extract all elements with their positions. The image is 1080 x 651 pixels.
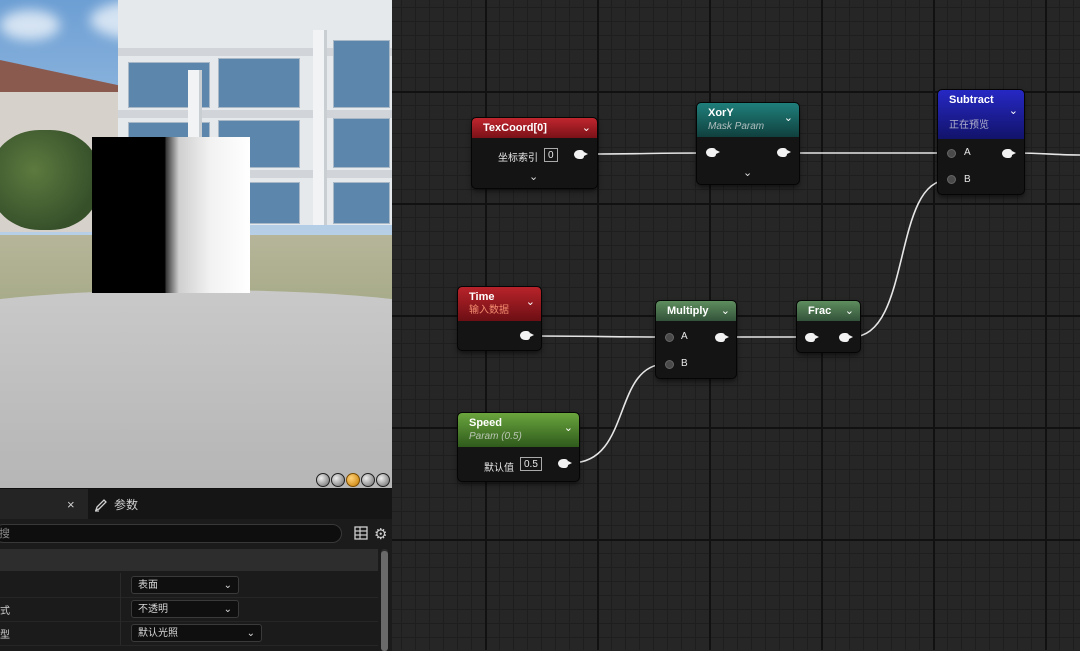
material-graph-canvas[interactable]: TexCoord[0] ⌄ 坐标索引 0 ⌄ XorY Mask Param ⌄… bbox=[392, 0, 1080, 650]
tree bbox=[0, 130, 100, 230]
node-title: Multiply bbox=[667, 305, 709, 317]
speed-node-header[interactable]: Speed Param (0.5) ⌄ bbox=[458, 413, 579, 447]
texcoord-node-header[interactable]: TexCoord[0] ⌄ bbox=[472, 118, 597, 138]
blend-mode-dropdown[interactable]: 不透明 ⌄ bbox=[131, 600, 239, 618]
close-icon[interactable]: × bbox=[67, 497, 75, 512]
xory-mask-node[interactable]: XorY Mask Param ⌄ ⌄ bbox=[697, 103, 799, 184]
search-placeholder: 搜 bbox=[0, 528, 10, 540]
property-row: 表面 ⌄ bbox=[0, 573, 378, 598]
details-scrollbar[interactable] bbox=[381, 549, 388, 651]
output-pin[interactable] bbox=[558, 459, 572, 468]
plane-preview-icon[interactable] bbox=[346, 473, 360, 487]
time-node[interactable]: Time 输入数据 ⌄ bbox=[458, 287, 541, 350]
frac-node-header[interactable]: Frac ⌄ bbox=[797, 301, 860, 321]
chevron-down-icon[interactable]: ⌄ bbox=[845, 304, 854, 317]
chevron-down-icon[interactable]: ⌄ bbox=[1009, 104, 1018, 117]
chevron-down-icon: ⌄ bbox=[223, 580, 232, 591]
wire-time-multiply bbox=[532, 335, 667, 338]
output-pin[interactable] bbox=[777, 148, 791, 157]
output-pin[interactable] bbox=[1002, 149, 1016, 158]
pencil-icon bbox=[94, 498, 107, 512]
material-preview-viewport[interactable] bbox=[0, 0, 392, 488]
shading-model-dropdown[interactable]: 默认光照 ⌄ bbox=[131, 624, 262, 642]
default-value-input[interactable]: 0.5 bbox=[520, 457, 542, 471]
output-pin[interactable] bbox=[574, 150, 588, 159]
chevron-down-icon[interactable]: ⌄ bbox=[721, 304, 730, 317]
texcoord-node[interactable]: TexCoord[0] ⌄ 坐标索引 0 ⌄ bbox=[472, 118, 597, 188]
output-pin[interactable] bbox=[715, 333, 729, 342]
output-pin[interactable] bbox=[520, 331, 534, 340]
input-pin-a[interactable] bbox=[947, 149, 956, 158]
pin-a-label: A bbox=[964, 147, 971, 158]
input-pin[interactable] bbox=[706, 148, 720, 157]
wire-speed-multiply bbox=[570, 363, 667, 464]
node-title: Speed bbox=[469, 417, 503, 429]
preview-status: 正在预览 bbox=[949, 120, 989, 131]
cloud bbox=[0, 10, 60, 40]
property-label: 式 bbox=[0, 606, 10, 617]
expand-chevron-icon[interactable]: ⌄ bbox=[743, 166, 752, 179]
node-title: XorY bbox=[708, 107, 734, 119]
tab-details[interactable]: × bbox=[0, 489, 88, 519]
node-title: Subtract bbox=[949, 94, 994, 106]
output-pin[interactable] bbox=[839, 333, 853, 342]
frac-node[interactable]: Frac ⌄ bbox=[797, 301, 860, 352]
chevron-down-icon: ⌄ bbox=[246, 628, 255, 639]
node-subtitle: 输入数据 bbox=[469, 305, 509, 316]
node-title: TexCoord[0] bbox=[483, 122, 547, 134]
wire-subtract-out bbox=[1014, 152, 1080, 156]
cube-preview-icon[interactable] bbox=[361, 473, 375, 487]
pin-b-label: B bbox=[681, 358, 688, 369]
chevron-down-icon[interactable]: ⌄ bbox=[564, 421, 573, 434]
node-subtitle: Param (0.5) bbox=[469, 431, 522, 442]
subtract-node-header[interactable]: Subtract 正在预览 ⌄ bbox=[938, 90, 1024, 139]
default-value-label: 默认值 bbox=[484, 463, 514, 474]
tab-parameters-label: 参数 bbox=[114, 498, 139, 512]
panel-tab-bar: × 参数 bbox=[0, 489, 392, 519]
wire-frac-subtract bbox=[851, 179, 949, 338]
dropdown-value: 默认光照 bbox=[138, 628, 178, 639]
details-search-input[interactable]: 搜 bbox=[0, 524, 342, 543]
sphere-preview-icon[interactable] bbox=[331, 473, 345, 487]
multiply-node[interactable]: Multiply ⌄ A B bbox=[656, 301, 736, 378]
custom-mesh-preview-icon[interactable] bbox=[376, 473, 390, 487]
chevron-down-icon[interactable]: ⌄ bbox=[526, 295, 535, 308]
input-pin-b[interactable] bbox=[665, 360, 674, 369]
dropdown-value: 表面 bbox=[138, 580, 158, 591]
property-row: 式 不透明 ⌄ bbox=[0, 597, 378, 622]
details-panel: × 参数 搜 ⚙ 表面 ⌄ 式 不透明 ⌄ 型 默认光照 ⌄ bbox=[0, 488, 392, 651]
section-header[interactable] bbox=[0, 549, 378, 571]
scrollbar-thumb[interactable] bbox=[381, 551, 388, 651]
property-label: 型 bbox=[0, 630, 10, 641]
preview-mesh-buttons bbox=[316, 473, 390, 487]
time-node-header[interactable]: Time 输入数据 ⌄ bbox=[458, 287, 541, 321]
node-title: Time bbox=[469, 291, 495, 303]
settings-gear-icon[interactable]: ⚙ bbox=[374, 525, 387, 543]
multiply-node-header[interactable]: Multiply ⌄ bbox=[656, 301, 736, 321]
chevron-down-icon[interactable]: ⌄ bbox=[582, 121, 591, 134]
wire-texcoord-xory bbox=[587, 152, 707, 155]
preview-mesh bbox=[92, 137, 250, 293]
xory-node-header[interactable]: XorY Mask Param ⌄ bbox=[697, 103, 799, 137]
cylinder-preview-icon[interactable] bbox=[316, 473, 330, 487]
expand-chevron-icon[interactable]: ⌄ bbox=[529, 170, 538, 183]
coordinate-index-value[interactable]: 0 bbox=[544, 148, 558, 162]
node-subtitle: Mask Param bbox=[708, 121, 765, 132]
material-domain-dropdown[interactable]: 表面 ⌄ bbox=[131, 576, 239, 594]
pin-b-label: B bbox=[964, 174, 971, 185]
chevron-down-icon: ⌄ bbox=[223, 604, 232, 615]
tab-parameters[interactable]: 参数 bbox=[94, 496, 138, 513]
subtract-node[interactable]: Subtract 正在预览 ⌄ A B bbox=[938, 90, 1024, 194]
dropdown-value: 不透明 bbox=[138, 604, 168, 615]
input-pin-a[interactable] bbox=[665, 333, 674, 342]
pin-a-label: A bbox=[681, 331, 688, 342]
coordinate-index-label: 坐标索引 bbox=[498, 153, 538, 164]
chevron-down-icon[interactable]: ⌄ bbox=[784, 111, 793, 124]
table-view-icon[interactable] bbox=[354, 526, 368, 540]
input-pin[interactable] bbox=[805, 333, 819, 342]
property-row: 型 默认光照 ⌄ bbox=[0, 621, 378, 646]
input-pin-b[interactable] bbox=[947, 175, 956, 184]
preview-floor bbox=[0, 290, 392, 488]
speed-param-node[interactable]: Speed Param (0.5) ⌄ 默认值 0.5 bbox=[458, 413, 579, 481]
